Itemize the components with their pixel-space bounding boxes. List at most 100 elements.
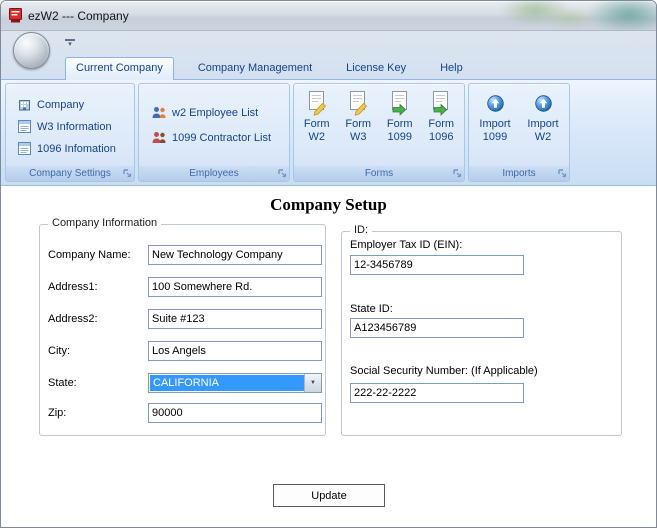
group-caption-label: Imports (502, 168, 536, 179)
import-1099-icon (486, 88, 504, 118)
dialog-launcher-icon[interactable] (558, 169, 567, 178)
address1-label: Address1: (48, 281, 98, 293)
ribbon-item-label: 1096 Infomation (37, 142, 116, 155)
ribbon-item-label-line2: W2 (308, 131, 326, 143)
ribbon-item-label-line2: 1099 (482, 131, 508, 143)
ribbon-item-label-line1: Form (303, 118, 330, 130)
group-caption-label: Forms (364, 168, 394, 179)
group-caption-label: Employees (189, 168, 239, 179)
state-id-input[interactable] (350, 318, 524, 338)
import-w2-icon (534, 88, 552, 118)
company-name-row: Company Name: (48, 245, 322, 266)
company-name-label: Company Name: (48, 249, 131, 261)
address2-label: Address2: (48, 313, 98, 325)
tab-license-key[interactable]: License Key (336, 58, 416, 79)
group-caption-forms: Forms (294, 166, 464, 181)
ribbon-item-form-w2[interactable]: Form W2 (296, 87, 338, 166)
ribbon-item-label-line1: Form (386, 118, 413, 130)
ein-input[interactable] (350, 255, 524, 275)
dialog-launcher-icon[interactable] (278, 169, 287, 178)
state-selected-value: CALIFORNIA (150, 375, 304, 391)
zip-label: Zip: (48, 407, 67, 419)
state-combobox[interactable]: CALIFORNIA ▼ (148, 373, 322, 393)
dialog-launcher-icon[interactable] (453, 169, 462, 178)
group-caption-company-settings: Company Settings (6, 166, 134, 181)
city-input[interactable] (148, 341, 322, 361)
update-button[interactable]: Update (273, 484, 385, 507)
state-label: State: (48, 377, 77, 389)
form-w3-icon (347, 88, 369, 118)
ribbon-item-label-line1: Form (428, 118, 455, 130)
address2-input[interactable] (148, 309, 322, 329)
group-items: Import 1099 Import W2 (469, 84, 569, 166)
id-groupbox: ID: Employer Tax ID (EIN): State ID: Soc… (341, 224, 622, 436)
ribbon-item-label-line1: Import (479, 118, 511, 130)
glass-reflection (499, 1, 571, 25)
ribbon-item-w2-employee-list[interactable]: w2 Employee List (148, 103, 289, 122)
dialog-launcher-icon[interactable] (123, 169, 132, 178)
combo-dropdown-button[interactable]: ▼ (304, 374, 321, 392)
group-items: w2 Employee List 1099 Contractor List (139, 84, 289, 166)
ribbon-item-import-1099[interactable]: Import 1099 (474, 87, 516, 166)
ribbon-item-label: W3 Information (37, 120, 112, 133)
ribbon-item-label-line1: Form (345, 118, 372, 130)
group-caption-label: Company Settings (29, 168, 111, 179)
ribbon-item-label: 1099 Contractor List (172, 131, 272, 144)
ribbon-item-label: w2 Employee List (172, 106, 259, 119)
zip-row: Zip: (48, 403, 322, 424)
group-caption-employees: Employees (139, 166, 289, 181)
qat-customize-button[interactable]: ▾ (59, 35, 81, 51)
ribbon-item-label-line2: W2 (534, 131, 552, 143)
app-icon (9, 8, 22, 23)
ribbon-item-w3-information[interactable]: W3 Information (13, 117, 130, 136)
tab-help[interactable]: Help (430, 58, 473, 79)
ribbon-item-1096-information[interactable]: 1096 Infomation (13, 139, 130, 158)
zip-input[interactable] (148, 403, 322, 423)
group-items: Company W3 Information 1096 Infomation (6, 84, 134, 166)
contractors-icon (151, 131, 167, 145)
ribbon-item-label-line2: W3 (350, 131, 367, 143)
glass-reflection (587, 1, 656, 30)
ribbon-group-employees: w2 Employee List 1099 Contractor List Em… (138, 83, 290, 182)
ribbon-item-import-w2[interactable]: Import W2 (522, 87, 564, 166)
ribbon-item-company[interactable]: Company (13, 95, 130, 114)
ribbon-item-form-w3[interactable]: Form W3 (338, 87, 380, 166)
ribbon-item-label-line2: 1099 (387, 131, 412, 143)
company-icon (16, 98, 32, 112)
employees-icon (151, 106, 167, 120)
app-window: ezW2 --- Company ▾ Current Company Compa… (0, 0, 657, 528)
ribbon-item-label-line2: 1096 (429, 131, 454, 143)
content-area: Company Setup Company Information Compan… (1, 187, 656, 527)
ribbon-item-form-1099[interactable]: Form 1099 (379, 87, 421, 166)
state-row: State: CALIFORNIA ▼ (48, 373, 322, 394)
ribbon-tabs: Current Company Company Management Licen… (65, 56, 473, 80)
form-1096-icon (430, 88, 452, 118)
ribbon-group-imports: Import 1099 Import W2 Imports (468, 83, 570, 182)
tab-current-company[interactable]: Current Company (65, 57, 174, 80)
ssn-input[interactable] (350, 383, 524, 403)
ein-label: Employer Tax ID (EIN): (350, 239, 463, 251)
ribbon-item-label-line1: Import (527, 118, 559, 130)
1096-form-icon (16, 142, 32, 156)
address1-input[interactable] (148, 277, 322, 297)
ssn-label: Social Security Number: (If Applicable) (350, 365, 538, 377)
glass-reflection (545, 8, 597, 28)
ribbon-item-form-1096[interactable]: Form 1096 (421, 87, 463, 166)
title-bar: ezW2 --- Company (1, 1, 656, 31)
w3-form-icon (16, 120, 32, 134)
id-legend: ID: (350, 224, 373, 236)
form-1099-icon (389, 88, 411, 118)
application-menu-button[interactable] (13, 32, 50, 69)
company-name-input[interactable] (148, 245, 322, 265)
ribbon-group-company-settings: Company W3 Information 1096 Infomation C… (5, 83, 135, 182)
ribbon-item-1099-contractor-list[interactable]: 1099 Contractor List (148, 128, 289, 147)
state-id-label: State ID: (350, 303, 393, 315)
form-w2-icon (306, 88, 328, 118)
city-label: City: (48, 345, 70, 357)
chevron-down-icon: ▼ (310, 380, 316, 386)
city-row: City: (48, 341, 322, 362)
group-items: Form W2 Form W3 Form 1099 Form 1096 (294, 84, 464, 166)
tab-company-management[interactable]: Company Management (188, 58, 322, 79)
ribbon: Company W3 Information 1096 Infomation C… (1, 79, 656, 186)
group-caption-imports: Imports (469, 166, 569, 181)
